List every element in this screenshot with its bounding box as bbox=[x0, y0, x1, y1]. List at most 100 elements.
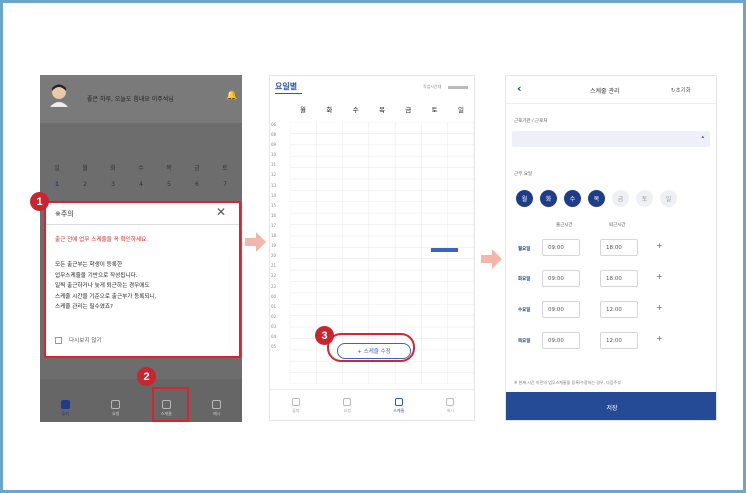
save-button[interactable]: 저장 bbox=[506, 392, 716, 420]
add-time-icon[interactable]: + bbox=[656, 241, 663, 250]
hour-label: 12 bbox=[271, 172, 277, 178]
weekday: 금 bbox=[194, 165, 200, 172]
date-cell[interactable]: 7 bbox=[218, 181, 232, 188]
modal-title: ※주의 bbox=[55, 210, 74, 218]
start-time-field[interactable]: 09:00 bbox=[542, 270, 580, 287]
end-time-field[interactable]: 18:00 bbox=[600, 270, 638, 287]
nav-request[interactable]: 요청 bbox=[332, 398, 362, 414]
nav-message[interactable]: 메시 bbox=[203, 400, 231, 417]
avatar bbox=[49, 84, 69, 107]
nav-attendance[interactable]: 출퇴 bbox=[281, 398, 311, 414]
nav-message[interactable]: 메시 bbox=[435, 398, 465, 414]
day-label: 목 bbox=[378, 106, 385, 114]
weekday: 월 bbox=[82, 165, 88, 172]
day-label: 토 bbox=[431, 106, 438, 114]
nav-attendance[interactable]: 출퇴 bbox=[51, 400, 79, 417]
add-time-icon[interactable]: + bbox=[656, 272, 663, 281]
hour-label: 06 bbox=[271, 122, 277, 127]
day-chip[interactable]: 화 bbox=[540, 190, 557, 207]
hour-label: 20 bbox=[271, 253, 277, 259]
hour-label: 10 bbox=[271, 152, 277, 158]
date-cell[interactable]: 3 bbox=[106, 181, 120, 188]
day-chip[interactable]: 월 bbox=[516, 190, 533, 207]
hour-label: 00 bbox=[271, 293, 277, 299]
start-time-field[interactable]: 09:00 bbox=[542, 239, 580, 256]
hour-label: 21 bbox=[271, 263, 277, 269]
date-cell[interactable]: 4 bbox=[134, 181, 148, 188]
add-time-icon[interactable]: + bbox=[656, 334, 663, 343]
message-icon bbox=[212, 400, 222, 409]
nav-request[interactable]: 요청 bbox=[102, 400, 130, 417]
divider bbox=[506, 103, 716, 104]
reset-button[interactable]: ↻초기화 bbox=[671, 86, 691, 94]
day-chip[interactable]: 토 bbox=[636, 190, 653, 207]
end-time-field[interactable]: 12:00 bbox=[600, 301, 638, 318]
org-label: 근로기관 / 근로처 bbox=[514, 119, 548, 124]
page-title[interactable]: 요일별 bbox=[275, 81, 297, 92]
work-days-label: 근무 요일 bbox=[514, 172, 532, 177]
day-label: 수 bbox=[352, 106, 359, 114]
start-time-field[interactable]: 09:00 bbox=[542, 301, 580, 318]
edit-button-highlight bbox=[327, 333, 415, 362]
attendance-icon bbox=[291, 398, 300, 406]
hour-label: 04 bbox=[271, 333, 277, 339]
hour-label: 13 bbox=[271, 182, 277, 188]
arrow-right-icon bbox=[481, 249, 502, 269]
schedule-block[interactable] bbox=[431, 248, 458, 252]
day-chip[interactable]: 금 bbox=[612, 190, 629, 207]
nav-label: 요청 bbox=[112, 411, 120, 416]
org-select[interactable]: ▴ bbox=[512, 131, 710, 147]
day-chip[interactable]: 수 bbox=[564, 190, 581, 207]
weekly-schedule-screen: 요일별 작업시간대 월 화 수 목 금 토 일 06 08 09 10 11 12 13 14… bbox=[269, 75, 475, 421]
dont-show-again-checkbox[interactable]: 다시보지 않기 bbox=[55, 336, 102, 344]
date-cell[interactable]: 5 bbox=[162, 181, 176, 188]
day-selector: 월 화 수 목 금 토 일 bbox=[516, 190, 711, 207]
weekday: 토 bbox=[222, 165, 228, 172]
tab-underline bbox=[275, 93, 302, 94]
hour-label: 15 bbox=[271, 202, 277, 208]
weekday: 수 bbox=[138, 165, 144, 172]
nav-label: 출퇴 bbox=[292, 408, 300, 413]
day-chip[interactable]: 일 bbox=[660, 190, 677, 207]
day-label: 일 bbox=[457, 106, 464, 114]
modal-warning: 출근 전에 업무 스케줄을 꼭 확인하세요. bbox=[55, 237, 149, 243]
greeting-text: 좋은 하루, 오늘도 힘내요 이주석님 bbox=[87, 96, 174, 103]
date-cell[interactable]: 2 bbox=[78, 181, 92, 188]
hour-label: 01 bbox=[271, 303, 277, 309]
day-label: 화 bbox=[326, 106, 333, 114]
row-day-label: 수요일 bbox=[518, 308, 531, 313]
close-icon[interactable]: ✕ bbox=[216, 205, 226, 219]
nav-schedule[interactable]: 스케줄 bbox=[384, 398, 414, 414]
nav-label: 출퇴 bbox=[61, 411, 69, 416]
bottom-nav: 출퇴 요청 스케줄 메시 bbox=[270, 389, 474, 420]
weekday: 일 bbox=[54, 165, 60, 172]
row-day-label: 월요일 bbox=[518, 247, 531, 252]
nav-label: 메시 bbox=[213, 411, 221, 416]
step-badge-3: 3 bbox=[315, 326, 334, 345]
start-time-field[interactable]: 09:00 bbox=[542, 332, 580, 349]
caution-modal: ※주의 ✕ 출근 전에 업무 스케줄을 꼭 확인하세요. 모든 출근부는 학생이… bbox=[44, 201, 241, 358]
add-time-icon[interactable]: + bbox=[656, 303, 663, 312]
attendance-icon bbox=[60, 400, 70, 409]
hour-label: 16 bbox=[271, 212, 277, 218]
back-icon[interactable]: ‹ bbox=[517, 82, 522, 95]
date-cell[interactable]: 1 bbox=[50, 181, 64, 188]
modal-body-line: 일찍 출근하거나 늦게 퇴근하는 경우에도 bbox=[55, 283, 150, 289]
notice-text: ※ 현재 시간 이전의 업무스케줄을 등록/수정하는 경우, 다음주부 bbox=[514, 380, 621, 385]
hour-label: 02 bbox=[271, 313, 277, 319]
status-bar bbox=[448, 86, 468, 89]
date-cell[interactable]: 6 bbox=[190, 181, 204, 188]
weekday-row: 일 월 화 수 목 금 토 bbox=[50, 163, 232, 172]
end-time-field[interactable]: 18:00 bbox=[600, 239, 638, 256]
caret-icon: ▴ bbox=[701, 134, 704, 140]
bottom-nav: 출퇴 요청 스케줄 메시 bbox=[40, 379, 242, 422]
hour-label: 05 bbox=[271, 344, 277, 350]
bell-icon[interactable]: 🔔 bbox=[226, 91, 237, 101]
day-chip[interactable]: 목 bbox=[588, 190, 605, 207]
weekday: 목 bbox=[166, 165, 172, 172]
request-icon bbox=[111, 400, 121, 409]
end-time-field[interactable]: 12:00 bbox=[600, 332, 638, 349]
step-badge-2: 2 bbox=[137, 367, 156, 386]
hour-label: 03 bbox=[271, 323, 277, 329]
checkbox-box[interactable] bbox=[55, 336, 62, 344]
